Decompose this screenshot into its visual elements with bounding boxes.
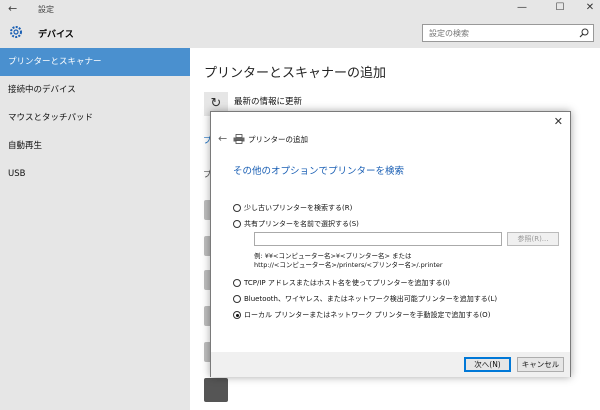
radio-button-checked[interactable] — [233, 311, 241, 319]
option-label: Bluetooth、ワイヤレス、またはネットワーク検出可能プリンターを追加する(… — [244, 295, 498, 303]
radio-button[interactable] — [233, 295, 241, 303]
cancel-button[interactable]: キャンセル — [517, 357, 564, 372]
dialog-title: プリンターの追加 — [248, 135, 308, 144]
window-title: 設定 — [38, 5, 54, 14]
radio-button[interactable] — [233, 279, 241, 287]
option-label: ローカル プリンターまたはネットワーク プリンターを手動設定で追加する(O) — [244, 311, 491, 319]
option-label: 少し古いプリンターを検索する(R) — [244, 204, 353, 212]
option-older-printer[interactable]: 少し古いプリンターを検索する(R) — [233, 203, 352, 213]
option-label: 共有プリンターを名前で選択する(S) — [244, 220, 359, 228]
browse-button[interactable]: 参照(R)... — [507, 232, 559, 246]
sidebar: プリンターとスキャナー 接続中のデバイス マウスとタッチパッド 自動再生 USB — [0, 48, 190, 410]
add-printer-dialog: ✕ ← プリンターの追加 その他のオプションでプリンターを検索 少し古いプリンタ… — [210, 111, 571, 377]
back-arrow-icon[interactable]: ← — [8, 2, 17, 15]
example-line-2: http://<コンピューター名>/printers/<プリンター名>/.pri… — [254, 261, 443, 269]
option-local-manual[interactable]: ローカル プリンターまたはネットワーク プリンターを手動設定で追加する(O) — [233, 310, 490, 320]
printer-name-field[interactable] — [254, 232, 502, 246]
close-button[interactable]: ✕ — [580, 2, 600, 13]
page-title: デバイス — [38, 30, 74, 40]
radio-button[interactable] — [233, 220, 241, 228]
next-button[interactable]: 次へ(N) — [464, 357, 511, 372]
dialog-heading: その他のオプションでプリンターを検索 — [233, 166, 405, 177]
search-input[interactable] — [423, 25, 573, 41]
example-line-1: 例: ¥¥<コンピューター名>¥<プリンター名> または — [254, 252, 412, 260]
option-tcpip[interactable]: TCP/IP アドレスまたはホスト名を使ってプリンターを追加する(I) — [233, 278, 450, 288]
printer-icon — [233, 134, 245, 144]
dialog-close-button[interactable]: ✕ — [554, 115, 563, 128]
option-label: TCP/IP アドレスまたはホスト名を使ってプリンターを追加する(I) — [244, 279, 451, 287]
sidebar-item-autoplay[interactable]: 自動再生 — [0, 132, 190, 160]
sidebar-item-connected-devices[interactable]: 接続中のデバイス — [0, 76, 190, 104]
minimize-button[interactable]: — — [512, 2, 532, 13]
search-box[interactable] — [422, 24, 594, 42]
search-icon[interactable] — [579, 28, 589, 38]
sidebar-item-usb[interactable]: USB — [0, 160, 190, 188]
refresh-label[interactable]: 最新の情報に更新 — [234, 95, 302, 107]
maximize-button[interactable]: ☐ — [550, 2, 570, 13]
dialog-back-arrow-icon[interactable]: ← — [218, 132, 227, 145]
sidebar-item-mouse-touchpad[interactable]: マウスとタッチパッド — [0, 104, 190, 132]
gear-icon — [10, 26, 22, 38]
option-shared-printer-by-name[interactable]: 共有プリンターを名前で選択する(S) — [233, 219, 359, 229]
option-bluetooth-wireless[interactable]: Bluetooth、ワイヤレス、またはネットワーク検出可能プリンターを追加する(… — [233, 294, 497, 304]
settings-header: デバイス — [0, 18, 600, 48]
example-text: 例: ¥¥<コンピューター名>¥<プリンター名> または http://<コンピ… — [254, 252, 443, 270]
dialog-footer: 次へ(N) キャンセル — [211, 352, 570, 377]
section-title: プリンターとスキャナーの追加 — [204, 66, 387, 81]
title-bar: ← 設定 — ☐ ✕ — [0, 0, 600, 18]
radio-button[interactable] — [233, 204, 241, 212]
sidebar-item-printers-scanners[interactable]: プリンターとスキャナー — [0, 48, 190, 76]
printer-icon[interactable] — [204, 378, 228, 402]
